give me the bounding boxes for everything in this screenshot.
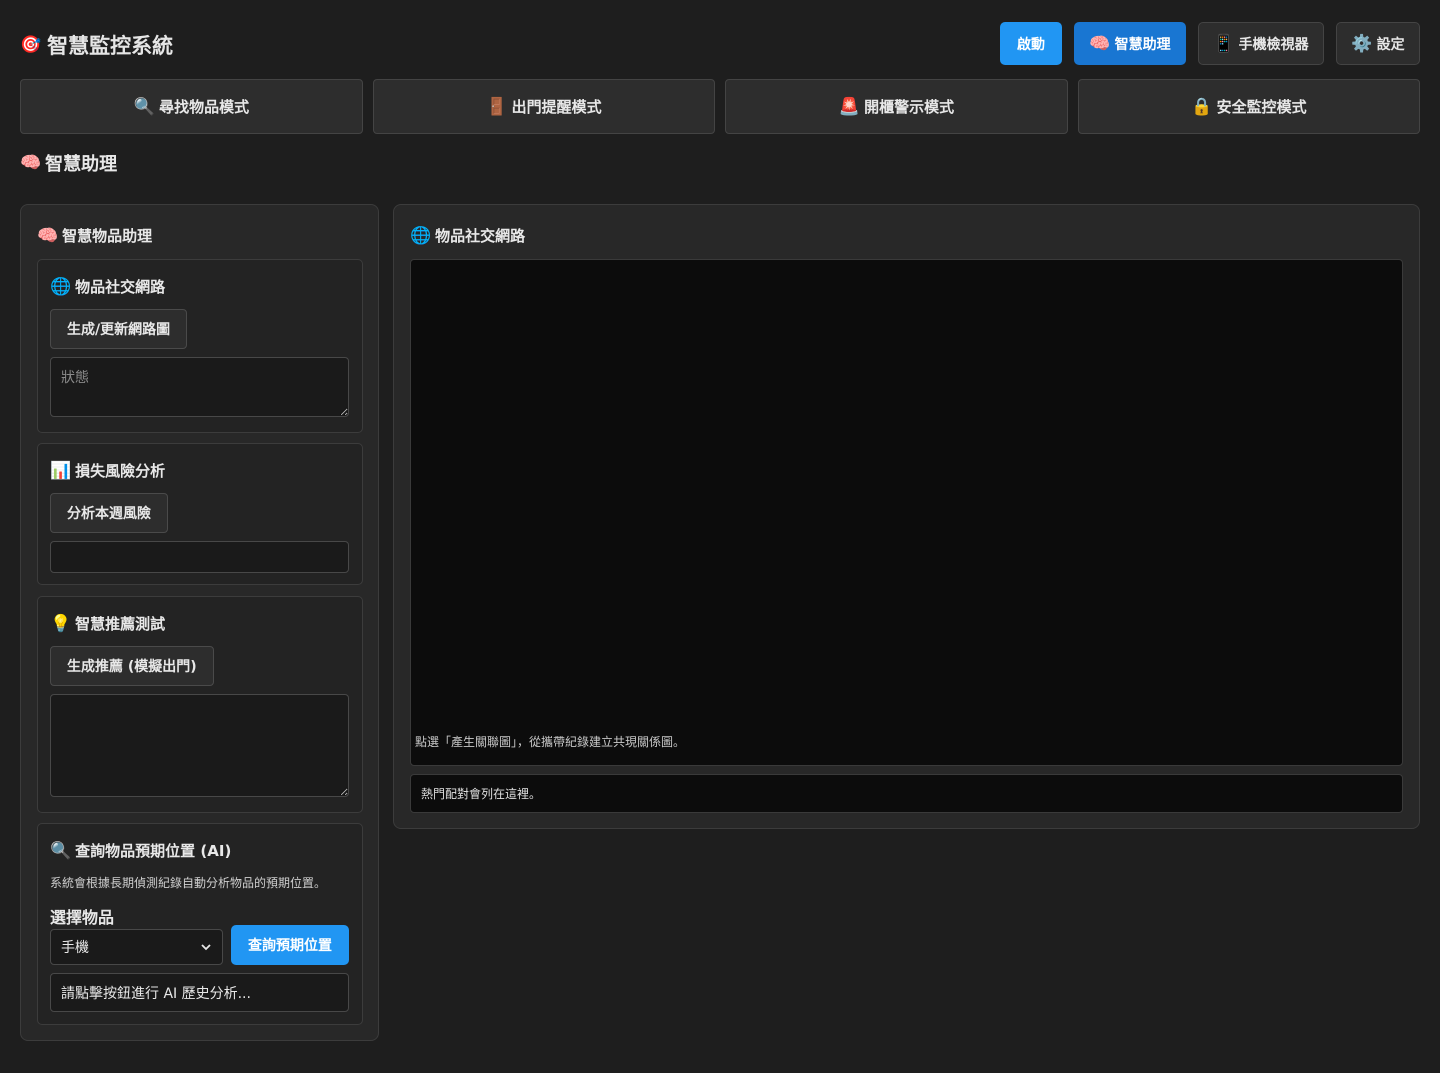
- loss-risk-card: 📊 損失風險分析 分析本週風險: [37, 443, 363, 585]
- risk-output: [50, 541, 349, 573]
- graph-hint: 點選「產生關聯圖」，從攜帶紀錄建立共現關係圖。: [415, 735, 686, 749]
- chevron-down-icon: [201, 944, 211, 951]
- item-social-network-panel: 🌐 物品社交網路 點選「產生關聯圖」，從攜帶紀錄建立共現關係圖。 熱門配對會列在…: [393, 204, 1420, 829]
- door-icon: 🚪: [486, 96, 508, 117]
- phone-viewer-button[interactable]: 📱 手機檢視器: [1198, 22, 1324, 65]
- lightbulb-icon: 💡: [50, 613, 72, 634]
- mode-find-items-button[interactable]: 🔍 尋找物品模式: [20, 79, 363, 134]
- brain-icon: 🧠: [37, 225, 59, 246]
- card-heading: 💡 智慧推薦測試: [50, 613, 165, 634]
- mode-label: 安全監控模式: [1216, 98, 1307, 116]
- assistant-button[interactable]: 🧠 智慧助理: [1074, 22, 1186, 65]
- mode-label: 出門提醒模式: [511, 98, 602, 116]
- app-title-text: 智慧監控系統: [47, 34, 174, 58]
- network-graph-canvas[interactable]: 點選「產生關聯圖」，從攜帶紀錄建立共現關係圖。: [410, 259, 1403, 766]
- section-title: 🧠 智慧助理: [20, 150, 117, 176]
- start-button-label: 啟動: [1017, 36, 1045, 53]
- item-select[interactable]: 手機: [50, 929, 223, 965]
- section-title-text: 智慧助理: [45, 154, 118, 175]
- siren-icon: 🚨: [838, 96, 861, 117]
- mode-label: 尋找物品模式: [159, 98, 250, 116]
- expected-location-card: 🔍 查詢物品預期位置 (AI) 系統會根據長期偵測紀錄自動分析物品的預期位置。 …: [37, 823, 363, 1025]
- panel-heading: 🧠 智慧物品助理: [37, 225, 152, 246]
- magnifier-icon: 🔍: [133, 96, 156, 117]
- card-heading-text: 物品社交網路: [75, 278, 166, 296]
- gear-icon: ⚙️: [1351, 33, 1373, 54]
- query-result: 請點擊按鈕進行 AI 歷史分析...: [50, 973, 349, 1012]
- network-status-field[interactable]: [50, 357, 349, 417]
- bar-chart-icon: 📊: [50, 460, 72, 481]
- smart-recommend-card: 💡 智慧推薦測試 生成推薦 (模擬出門): [37, 596, 363, 813]
- mode-label: 開櫃警示模式: [864, 98, 955, 116]
- brain-icon: 🧠: [20, 153, 42, 173]
- item-select-value: 手機: [61, 940, 89, 956]
- analyze-risk-button[interactable]: 分析本週風險: [50, 493, 168, 533]
- recommendation-output-field[interactable]: [50, 694, 349, 797]
- popular-pairs-list: 熱門配對會列在這裡。: [410, 774, 1403, 813]
- start-button[interactable]: 啟動: [1000, 22, 1062, 65]
- card-heading-text: 智慧推薦測試: [75, 615, 166, 633]
- card-heading: 🔍 查詢物品預期位置 (AI): [50, 840, 231, 861]
- settings-label: 設定: [1376, 36, 1405, 53]
- phone-icon: 📱: [1213, 33, 1235, 54]
- phone-viewer-label: 手機檢視器: [1238, 36, 1309, 53]
- card-heading-text: 查詢物品預期位置 (AI): [75, 842, 232, 860]
- panel-heading: 🌐 物品社交網路: [410, 225, 525, 246]
- target-icon: 🎯: [20, 35, 42, 55]
- mode-leave-reminder-button[interactable]: 🚪 出門提醒模式: [373, 79, 715, 134]
- mode-cabinet-alert-button[interactable]: 🚨 開櫃警示模式: [725, 79, 1068, 134]
- app-title: 🎯 智慧監控系統: [20, 30, 173, 60]
- card-heading: 📊 損失風險分析: [50, 460, 165, 481]
- panel-heading-text: 物品社交網路: [435, 227, 526, 245]
- assistant-button-label: 智慧助理: [1114, 36, 1171, 53]
- globe-icon: 🌐: [410, 225, 432, 246]
- globe-icon: 🌐: [50, 276, 72, 297]
- select-item-label: 選擇物品: [50, 908, 115, 927]
- generate-recommendation-button[interactable]: 生成推薦 (模擬出門): [50, 646, 214, 686]
- smart-item-assistant-panel: 🧠 智慧物品助理 🌐 物品社交網路 生成/更新網路圖 📊 損失風險分析 分析本週…: [20, 204, 379, 1041]
- mode-security-button[interactable]: 🔒 安全監控模式: [1078, 79, 1420, 134]
- query-location-button[interactable]: 查詢預期位置: [231, 925, 349, 965]
- magnifier-icon: 🔍: [50, 840, 72, 861]
- item-network-card: 🌐 物品社交網路 生成/更新網路圖: [37, 259, 363, 433]
- generate-network-button[interactable]: 生成/更新網路圖: [50, 309, 188, 349]
- query-description: 系統會根據長期偵測紀錄自動分析物品的預期位置。: [50, 876, 327, 890]
- panel-heading-text: 智慧物品助理: [62, 227, 153, 245]
- brain-icon: 🧠: [1089, 33, 1111, 54]
- card-heading: 🌐 物品社交網路: [50, 276, 165, 297]
- settings-button[interactable]: ⚙️ 設定: [1336, 22, 1420, 65]
- card-heading-text: 損失風險分析: [75, 462, 166, 480]
- lock-icon: 🔒: [1191, 96, 1213, 117]
